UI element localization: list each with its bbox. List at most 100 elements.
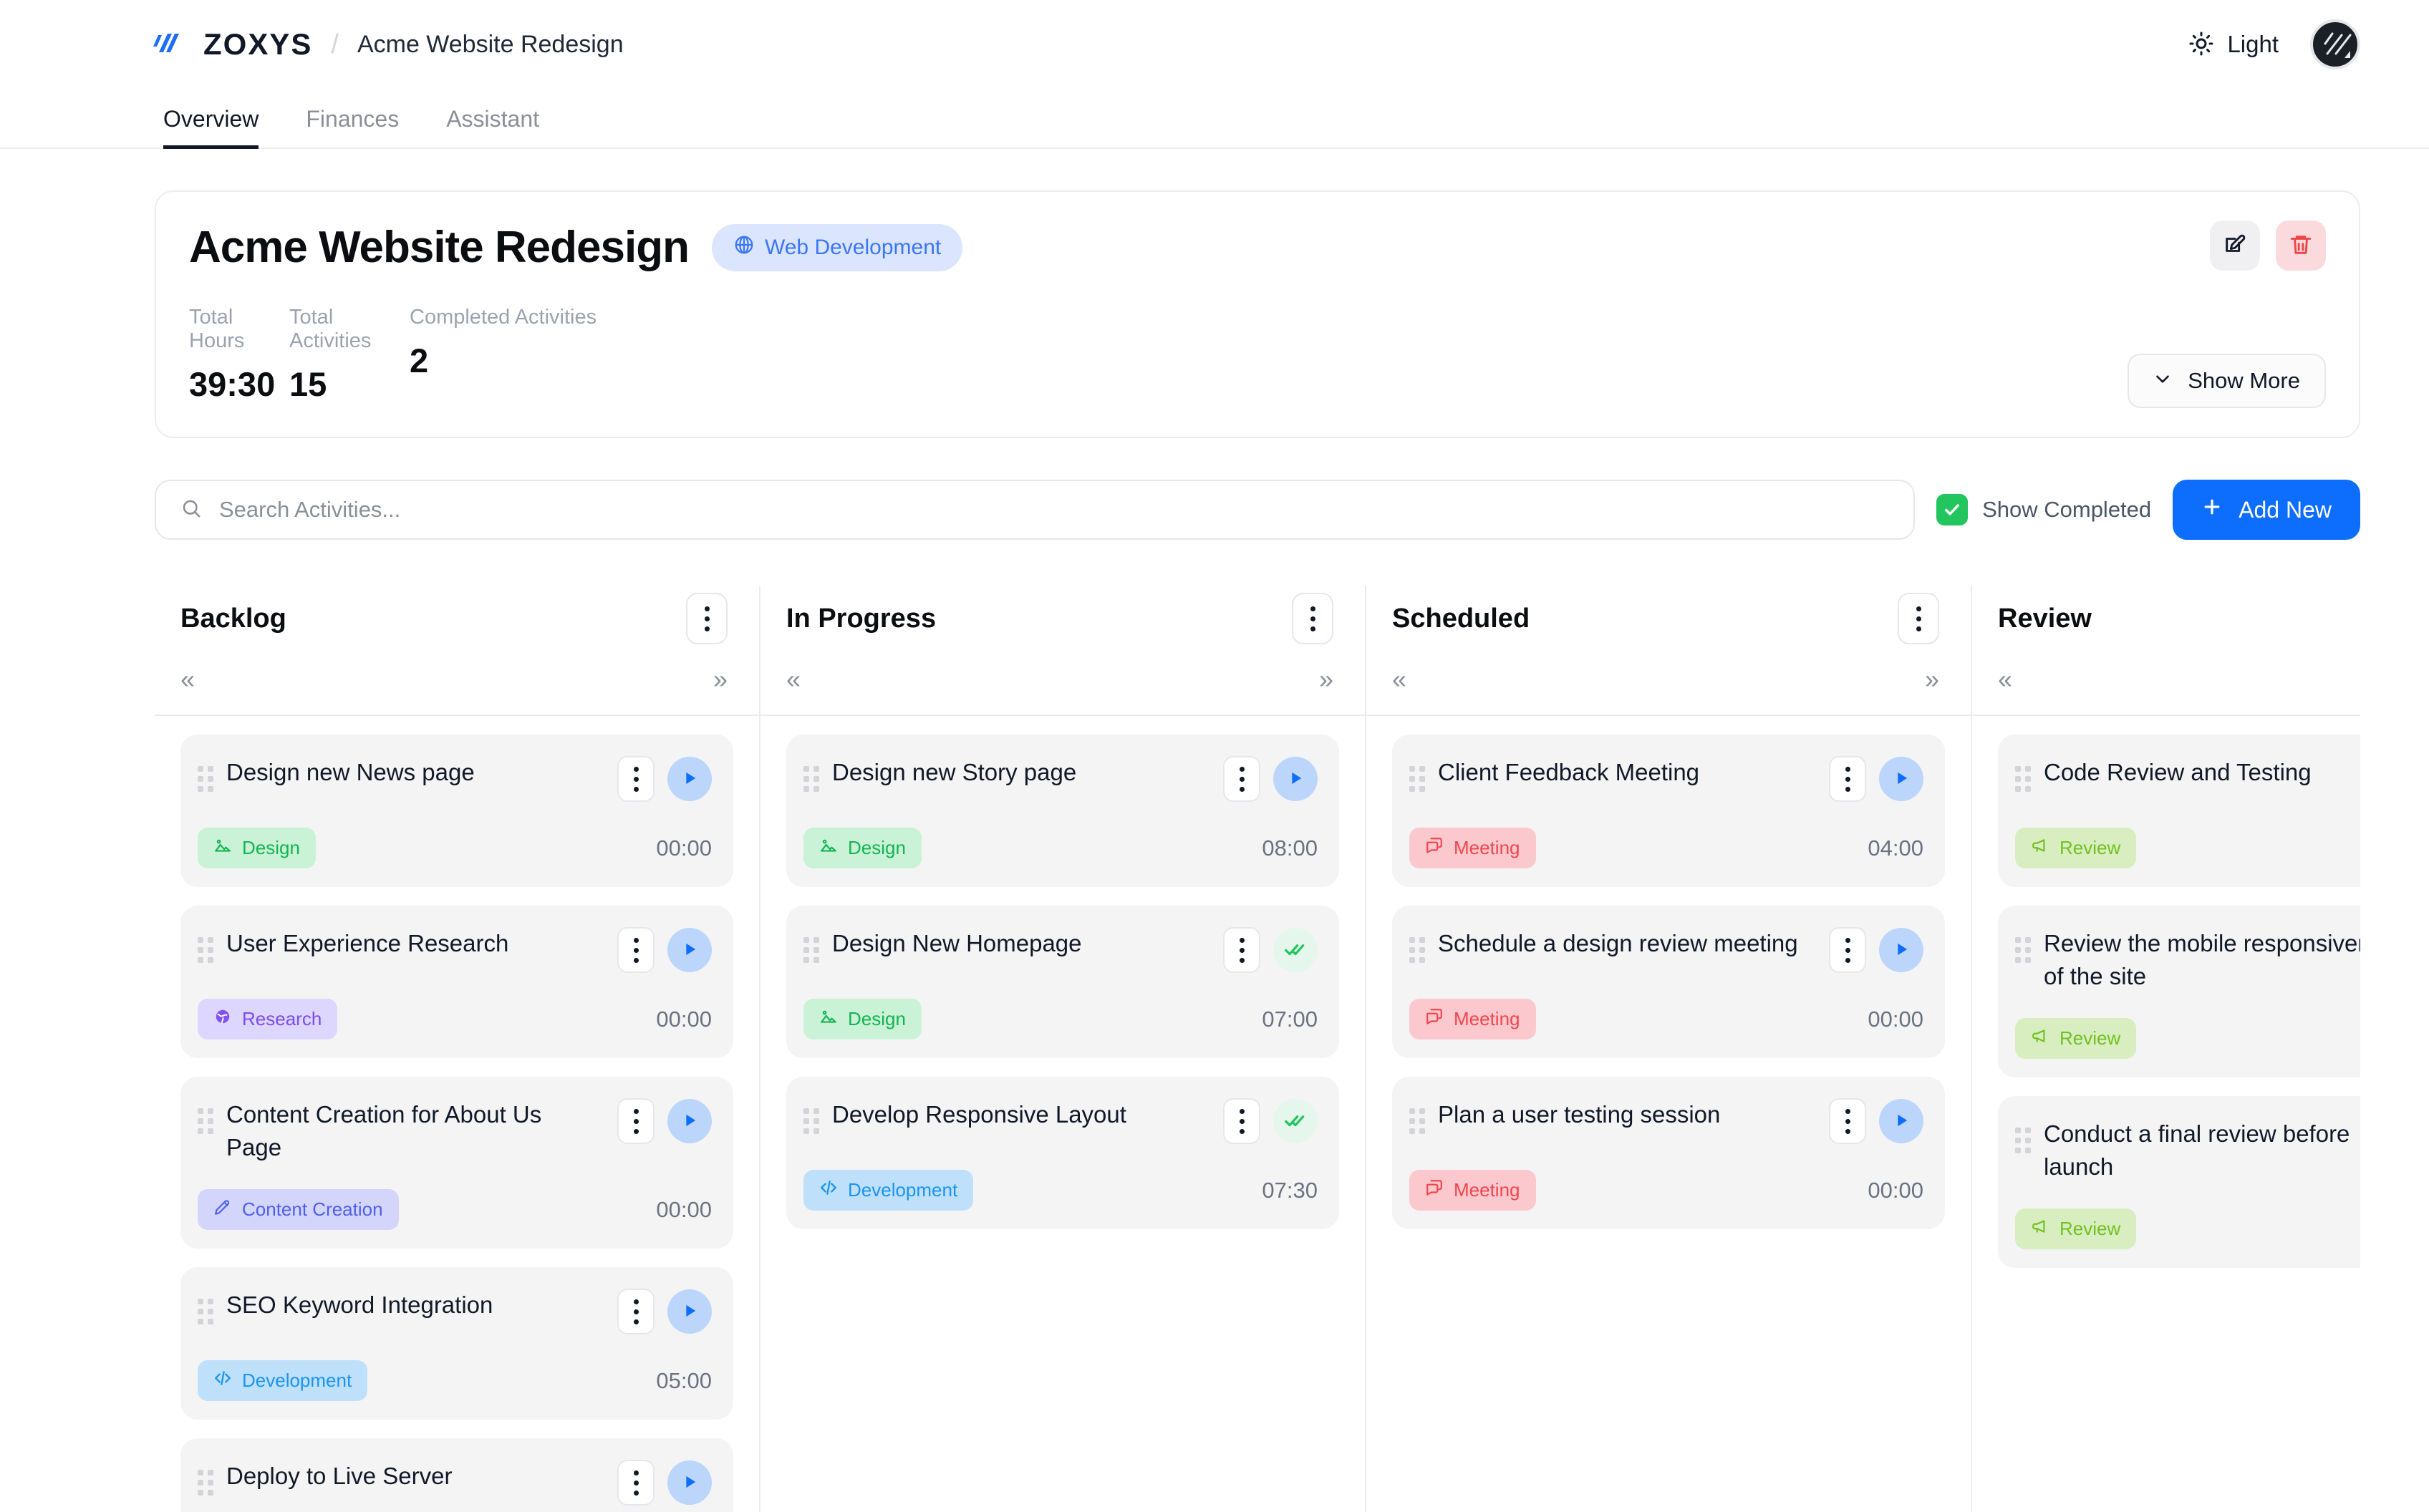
- drag-handle-icon[interactable]: [803, 1108, 819, 1134]
- column-menu-button[interactable]: [1292, 593, 1333, 644]
- edit-project-button[interactable]: [2210, 220, 2260, 271]
- start-timer-button[interactable]: [1879, 928, 1923, 972]
- show-completed-toggle[interactable]: Show Completed: [1936, 494, 2151, 525]
- vertical-dots-icon: [633, 766, 639, 792]
- drag-handle-icon[interactable]: [2015, 937, 2031, 963]
- search-input[interactable]: [219, 497, 1890, 523]
- activity-card[interactable]: Content Creation for About Us Page Conten…: [180, 1077, 733, 1249]
- activity-tag[interactable]: Meeting: [1409, 828, 1536, 868]
- activity-card[interactable]: Code Review and Testing Review: [1998, 735, 2360, 887]
- start-timer-button[interactable]: [667, 1099, 712, 1143]
- activity-menu-button[interactable]: [1223, 1098, 1260, 1144]
- activity-card[interactable]: Review the mobile responsiveness of the …: [1998, 906, 2360, 1078]
- activity-tag[interactable]: Content Creation: [198, 1189, 399, 1231]
- activity-card-bottom: Meeting 00:00: [1409, 1170, 1923, 1211]
- start-timer-button[interactable]: [667, 757, 712, 801]
- project-category-chip[interactable]: Web Development: [711, 223, 963, 271]
- activity-tag[interactable]: Review: [2015, 1018, 2137, 1060]
- start-timer-button[interactable]: [667, 928, 712, 972]
- drag-handle-icon[interactable]: [1409, 766, 1425, 792]
- drag-handle-icon[interactable]: [198, 1108, 213, 1134]
- activity-title: SEO Keyword Integration: [226, 1292, 493, 1319]
- activity-menu-button[interactable]: [617, 927, 655, 973]
- activity-menu-button[interactable]: [1223, 927, 1260, 973]
- column-move-right-button[interactable]: »: [713, 667, 728, 692]
- start-timer-button[interactable]: [1879, 757, 1923, 801]
- activity-menu-button[interactable]: [1829, 1098, 1866, 1144]
- activity-card[interactable]: Client Feedback Meeting Meeting 04:00: [1392, 735, 1945, 887]
- activity-menu-button[interactable]: [617, 756, 655, 802]
- column-move-left-button[interactable]: «: [1392, 667, 1406, 692]
- column-menu-button[interactable]: [1898, 593, 1939, 644]
- start-timer-button[interactable]: [667, 1460, 712, 1506]
- show-completed-checkbox[interactable]: [1936, 494, 1969, 525]
- theme-toggle[interactable]: Light: [2188, 31, 2279, 59]
- image-mountain-icon: [819, 836, 838, 860]
- activity-tag[interactable]: Review: [2015, 828, 2137, 868]
- tab-overview[interactable]: Overview: [163, 106, 259, 149]
- activity-card[interactable]: User Experience Research Research 00:00: [180, 906, 733, 1058]
- column-nav: «»: [1392, 651, 1939, 714]
- column-menu-button[interactable]: [686, 593, 728, 644]
- column-move-left-button[interactable]: «: [786, 667, 801, 692]
- activity-card[interactable]: SEO Keyword Integration Development 05:00: [180, 1267, 733, 1420]
- activity-card[interactable]: Design new News page Design 00:00: [180, 735, 733, 887]
- activity-tag[interactable]: Research: [198, 999, 338, 1040]
- activity-menu-button[interactable]: [1829, 756, 1866, 802]
- column-card-list: Design new Story page Design 08:00 Design N…: [760, 716, 1365, 1248]
- activity-card[interactable]: Plan a user testing session Meeting 00:00: [1392, 1077, 1945, 1229]
- activity-menu-button[interactable]: [1223, 756, 1260, 802]
- tab-finances[interactable]: Finances: [306, 106, 399, 149]
- drag-handle-icon[interactable]: [803, 937, 819, 963]
- globe-icon: [733, 234, 755, 261]
- activity-tag[interactable]: Meeting: [1409, 1170, 1536, 1211]
- activity-tag[interactable]: Meeting: [1409, 999, 1536, 1040]
- complete-activity-button[interactable]: [1273, 928, 1318, 972]
- drag-handle-icon[interactable]: [198, 1299, 213, 1325]
- activity-tag[interactable]: Design: [803, 828, 922, 868]
- activity-tag[interactable]: Design: [803, 999, 922, 1040]
- column-move-left-button[interactable]: «: [1998, 667, 2012, 692]
- activity-menu-button[interactable]: [617, 1289, 655, 1335]
- search-box[interactable]: [155, 480, 1916, 540]
- complete-activity-button[interactable]: [1273, 1099, 1318, 1143]
- start-timer-button[interactable]: [1879, 1099, 1923, 1143]
- drag-handle-icon[interactable]: [803, 766, 819, 792]
- column-move-right-button[interactable]: »: [1925, 667, 1939, 692]
- add-new-button[interactable]: Add New: [2173, 480, 2360, 540]
- tab-assistant[interactable]: Assistant: [446, 106, 539, 149]
- drag-handle-icon[interactable]: [1409, 937, 1425, 963]
- drag-handle-icon[interactable]: [198, 1470, 213, 1496]
- activity-card[interactable]: Deploy to Live Server: [180, 1438, 733, 1512]
- drag-handle-icon[interactable]: [198, 937, 213, 963]
- activity-menu-button[interactable]: [617, 1098, 655, 1144]
- activity-card-actions: [1223, 927, 1318, 973]
- activity-tag[interactable]: Review: [2015, 1208, 2137, 1250]
- drag-handle-icon[interactable]: [1409, 1108, 1425, 1134]
- activity-card[interactable]: Design New Homepage Design 07:00: [786, 906, 1339, 1058]
- activity-menu-button[interactable]: [1829, 927, 1866, 973]
- show-more-button[interactable]: Show More: [2128, 354, 2326, 408]
- avatar[interactable]: [2310, 19, 2360, 69]
- activity-card-actions: [617, 1098, 712, 1144]
- drag-handle-icon[interactable]: [198, 766, 213, 792]
- activity-tag[interactable]: Design: [198, 828, 316, 868]
- column-move-right-button[interactable]: »: [1319, 667, 1333, 692]
- column-move-left-button[interactable]: «: [180, 667, 195, 692]
- column-card-list: Client Feedback Meeting Meeting 04:00 Sched…: [1366, 716, 1971, 1248]
- activity-card[interactable]: Develop Responsive Layout Development 07:3…: [786, 1077, 1339, 1229]
- start-timer-button[interactable]: [1273, 757, 1318, 801]
- start-timer-button[interactable]: [667, 1289, 712, 1334]
- drag-handle-icon[interactable]: [2015, 1128, 2031, 1154]
- activity-card[interactable]: Conduct a final review before launch Revi…: [1998, 1096, 2360, 1269]
- activity-tag[interactable]: Development: [198, 1360, 368, 1402]
- drag-handle-icon[interactable]: [2015, 766, 2031, 792]
- column-header-top: Backlog: [180, 586, 728, 651]
- delete-project-button[interactable]: [2276, 220, 2326, 271]
- chevron-down-icon: [2153, 368, 2172, 394]
- activity-menu-button[interactable]: [617, 1460, 655, 1506]
- activity-tag[interactable]: Development: [803, 1170, 974, 1211]
- brand[interactable]: ZOXYS: [149, 25, 312, 64]
- activity-card[interactable]: Design new Story page Design 08:00: [786, 735, 1339, 887]
- activity-card[interactable]: Schedule a design review meeting Meeting 0…: [1392, 906, 1945, 1058]
